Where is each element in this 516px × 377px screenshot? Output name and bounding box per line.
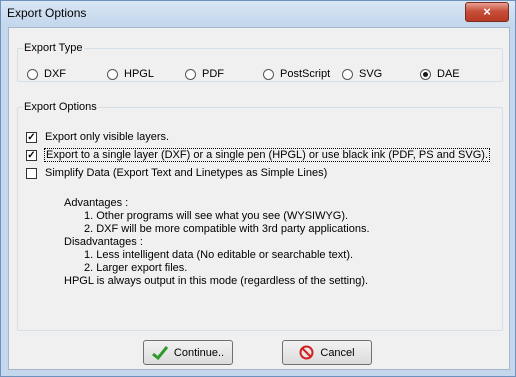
advantage-item: 2. DXF will be more compatible with 3rd … xyxy=(84,223,370,235)
info-text: Advantages : 1. Other programs will see … xyxy=(64,197,370,288)
checkbox-visible-layers[interactable]: ✓ Export only visible layers. xyxy=(26,131,169,143)
checkbox-simplify-data-box[interactable] xyxy=(26,167,37,179)
radio-postscript[interactable]: PostScript xyxy=(263,68,330,80)
checkbox-single-layer-box[interactable]: ✓ xyxy=(26,149,37,161)
radio-dxf[interactable]: DXF xyxy=(27,68,66,80)
continue-button-label: Continue.. xyxy=(173,346,225,359)
radio-dxf-label: DXF xyxy=(44,68,66,80)
radio-dae[interactable]: DAE xyxy=(420,68,460,80)
dialog-body: Export Type DXF HPGL PDF PostScript SVG xyxy=(8,27,510,370)
disadvantages-heading: Disadvantages : xyxy=(64,236,143,248)
radio-hpgl[interactable]: HPGL xyxy=(107,68,154,80)
title-bar[interactable]: Export Options × xyxy=(1,1,515,25)
radio-svg-label: SVG xyxy=(359,68,383,80)
checkbox-single-layer[interactable]: ✓ Export to a single layer (DXF) or a si… xyxy=(26,148,491,162)
advantage-item: 1. Other programs will see what you see … xyxy=(84,210,349,222)
check-icon xyxy=(151,345,168,360)
disadvantage-item: 1. Less intelligent data (No editable or… xyxy=(84,249,354,261)
radio-pdf[interactable]: PDF xyxy=(185,68,224,80)
export-options-group: Export Options ✓ Export only visible lay… xyxy=(17,101,503,331)
radio-dae-label: DAE xyxy=(437,68,460,80)
radio-pdf-indicator[interactable] xyxy=(185,68,196,80)
cancel-button-label: Cancel xyxy=(320,346,355,359)
radio-svg-indicator[interactable] xyxy=(342,68,353,80)
checkbox-visible-layers-label: Export only visible layers. xyxy=(45,131,170,143)
radio-postscript-indicator[interactable] xyxy=(263,68,274,80)
window-title: Export Options xyxy=(7,6,87,20)
advantages-heading: Advantages : xyxy=(64,197,129,209)
cancel-icon xyxy=(299,345,314,360)
cancel-button[interactable]: Cancel xyxy=(282,340,372,365)
export-options-dialog: Export Options × Export Type DXF HPGL PD… xyxy=(0,0,516,377)
continue-button[interactable]: Continue.. xyxy=(143,340,233,365)
radio-postscript-label: PostScript xyxy=(280,68,331,80)
export-type-legend: Export Type xyxy=(24,42,83,54)
radio-dxf-indicator[interactable] xyxy=(27,68,38,80)
export-type-group: Export Type DXF HPGL PDF PostScript SVG xyxy=(17,42,503,82)
hpgl-note: HPGL is always output in this mode (rega… xyxy=(64,275,369,287)
disadvantage-item: 2. Larger export files. xyxy=(84,262,188,274)
checkbox-single-layer-label: Export to a single layer (DXF) or a sing… xyxy=(43,148,491,162)
checkbox-simplify-data[interactable]: Simplify Data (Export Text and Linetypes… xyxy=(26,167,327,179)
radio-hpgl-indicator[interactable] xyxy=(107,68,118,80)
close-button[interactable]: × xyxy=(465,2,509,22)
radio-dae-indicator[interactable] xyxy=(420,68,431,80)
radio-svg[interactable]: SVG xyxy=(342,68,382,80)
checkbox-simplify-data-label: Simplify Data (Export Text and Linetypes… xyxy=(45,167,328,179)
radio-hpgl-label: HPGL xyxy=(124,68,154,80)
checkbox-visible-layers-box[interactable]: ✓ xyxy=(26,131,37,143)
export-options-legend: Export Options xyxy=(24,101,97,113)
radio-pdf-label: PDF xyxy=(202,68,224,80)
